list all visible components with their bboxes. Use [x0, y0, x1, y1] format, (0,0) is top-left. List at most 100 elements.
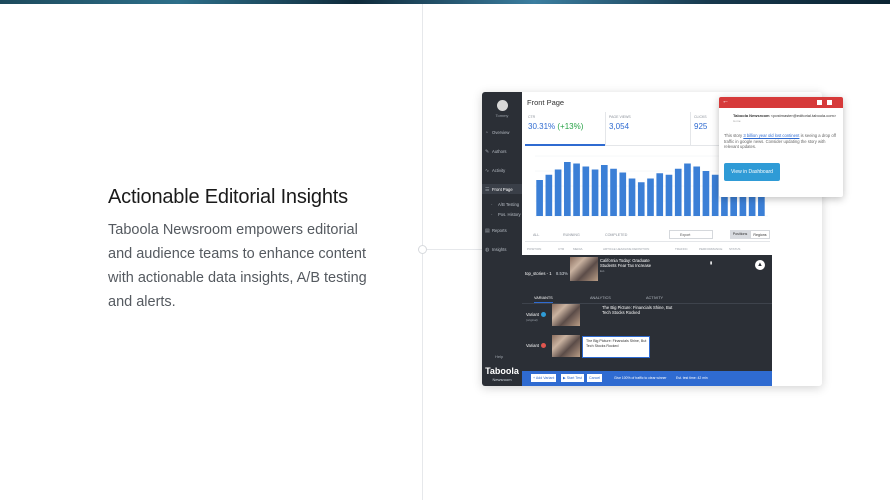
dashboard-sidebar: Tommy ◔ Overview ✎ Authors ∿ Activity ☰ Fron…: [482, 92, 522, 386]
sidebar-item-overview[interactable]: ◔ Overview: [485, 130, 509, 136]
test-action-bar: + Add Variant ▶ Start Test Cancel Give 1…: [522, 371, 772, 386]
taboola-logo: Taboola: [485, 366, 519, 376]
metric-label: CTR: [528, 115, 536, 119]
chart-bar: [591, 169, 599, 216]
sidebar-item-label: Authors: [492, 149, 507, 154]
table-row[interactable]: top_stories - 1 8.53% California Today: …: [522, 255, 772, 293]
timeline-connector: [427, 249, 482, 250]
chart-bar: [665, 174, 673, 216]
help-link[interactable]: Help: [495, 354, 503, 359]
variant-headline-input[interactable]: The Big Picture: Financials Shine, But T…: [582, 336, 650, 358]
chart-bar: [702, 171, 710, 216]
bullet-icon: ·: [491, 212, 493, 218]
row-position: top_stories - 1: [525, 271, 552, 276]
view-in-dashboard-button[interactable]: View in Dashboard: [724, 163, 780, 181]
export-select[interactable]: Export: [669, 230, 713, 239]
email-alert-card: ← Taboola Newsroom <postmaster@editorial…: [719, 97, 843, 197]
row-ctr: 8.53%: [556, 271, 568, 276]
tab-variants[interactable]: VARIANTS: [534, 296, 553, 303]
email-recipient: to me: [733, 119, 741, 123]
chart-bar: [573, 163, 580, 216]
filter-all[interactable]: ALL: [533, 233, 539, 237]
avatar: [497, 100, 508, 111]
add-variant-button[interactable]: + Add Variant: [531, 374, 557, 382]
activity-icon: ∿: [485, 168, 490, 174]
metric-value: 925: [694, 122, 708, 131]
metric-label: CLICKS: [694, 115, 707, 119]
cancel-button[interactable]: Cancel: [587, 374, 603, 382]
variant-original-label: Variant: [526, 312, 546, 318]
sidebar-item-label: Reports: [492, 228, 507, 233]
column-header: PERFORMANCE: [699, 247, 723, 251]
sidebar-item-ab-testing[interactable]: · A/B Testing: [491, 202, 519, 208]
regions-button[interactable]: Regions: [750, 230, 770, 239]
filter-completed[interactable]: COMPLETED: [605, 233, 627, 237]
variant-dot: [540, 312, 546, 318]
column-header: STATUS: [729, 247, 741, 251]
panel-tabs: VARIANTS ANALYTICS ACTIVITY: [522, 293, 772, 304]
positions-button[interactable]: Positions: [730, 230, 750, 239]
bullet-icon: ·: [491, 202, 493, 208]
header-image-strip: [0, 0, 890, 4]
archive-icon[interactable]: [817, 100, 822, 105]
sidebar-item-front-page[interactable]: ☰ Front Page: [482, 184, 522, 194]
chart-bar: [545, 174, 553, 216]
back-arrow-icon[interactable]: ←: [722, 98, 729, 105]
sidebar-item-label: Front Page: [492, 187, 513, 192]
filter-running[interactable]: RUNNING: [563, 233, 580, 237]
metric-value: 30.31% (+13%): [528, 122, 584, 131]
chart-bar: [684, 163, 691, 216]
metric-value: 3,054: [609, 122, 630, 131]
metric-page-views[interactable]: PAGE VIEWS 3,054: [605, 112, 690, 146]
chart-bar: [647, 178, 654, 216]
variant-thumbnail: [552, 335, 580, 357]
row-headline: California Today: Graduate Students Fear…: [600, 258, 652, 268]
sidebar-item-pos-history[interactable]: · Pos. History: [491, 212, 521, 218]
chart-bar: [693, 166, 701, 216]
email-sender: Taboola Newsroom <postmaster@editorial.t…: [733, 113, 837, 118]
variant-thumbnail: [552, 304, 580, 326]
chart-bar: [600, 165, 608, 216]
story-link[interactable]: 3 billion year old lost continent: [743, 133, 799, 138]
timeline-dot: [418, 245, 427, 254]
tab-activity[interactable]: ACTIVITY: [646, 296, 663, 300]
chart-bar: [610, 168, 617, 216]
sidebar-item-label: A/B Testing: [498, 202, 520, 207]
chart-bar: [554, 169, 562, 216]
sidebar-item-label: Pos. History: [498, 212, 521, 217]
chevron-up-icon[interactable]: ▲: [755, 260, 765, 270]
reports-icon: ▤: [485, 228, 490, 234]
newsroom-label: Newsroom: [492, 377, 512, 382]
start-test-button[interactable]: ▶ Start Test: [561, 374, 584, 382]
row-sub: Ext.: [600, 269, 606, 273]
metric-ctr[interactable]: CTR 30.31% (+13%): [525, 112, 605, 146]
tab-analytics[interactable]: ANALYTICS: [590, 296, 611, 300]
chart-bar: [582, 166, 590, 216]
traffic-icon: ▮: [710, 260, 713, 265]
chart-bar: [637, 182, 645, 216]
sidebar-item-authors[interactable]: ✎ Authors: [485, 149, 506, 155]
list-icon: ☰: [485, 187, 490, 193]
page-title: Front Page: [527, 98, 565, 107]
email-body: This story 3 billion year old lost conti…: [724, 133, 836, 150]
metric-label: PAGE VIEWS: [609, 115, 631, 119]
variant-headline[interactable]: The Big Picture: Financials Shine, But T…: [602, 305, 678, 315]
column-header: POSITION: [527, 247, 542, 251]
insights-icon: ◍: [485, 247, 490, 253]
chart-bar: [619, 172, 627, 216]
section-description: Taboola Newsroom empowers editorial and …: [108, 222, 367, 310]
chart-bar: [711, 174, 719, 216]
sidebar-item-activity[interactable]: ∿ Activity: [485, 168, 505, 174]
chart-bar: [536, 180, 543, 216]
sidebar-item-insights[interactable]: ◍ Insights: [485, 247, 506, 253]
variant-dot: [540, 343, 546, 349]
sidebar-item-label: Insights: [492, 247, 507, 252]
delete-icon[interactable]: [827, 100, 832, 105]
section-heading: Actionable Editorial Insights: [108, 186, 348, 208]
email-toolbar: ←: [719, 97, 843, 108]
sidebar-item-reports[interactable]: ▤ Reports: [485, 228, 507, 234]
variant-b-label: Variant: [526, 343, 546, 349]
column-header: MEDIA: [573, 247, 583, 251]
overview-icon: ◔: [485, 130, 489, 136]
column-header: CTR: [558, 247, 565, 251]
